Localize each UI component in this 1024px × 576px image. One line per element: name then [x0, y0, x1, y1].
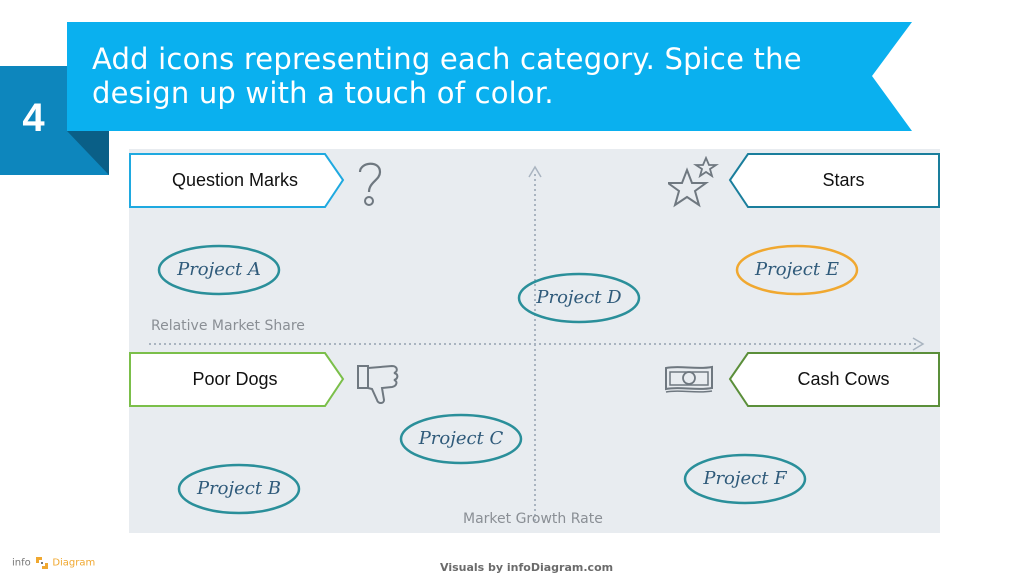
project-c: Project C — [399, 412, 523, 466]
thumbs-down-icon — [357, 364, 399, 404]
quadrant-label-text: Question Marks — [171, 170, 299, 190]
project-label: Project A — [177, 259, 261, 280]
y-axis-label: Market Growth Rate — [463, 511, 603, 527]
infodiagram-logo: info Diagram — [12, 557, 95, 569]
project-e: Project E — [735, 243, 859, 297]
quadrant-label-text: Cash Cows — [797, 369, 890, 389]
project-b: Project B — [177, 462, 301, 516]
quadrant-label-question-marks: Question Marks — [129, 153, 345, 208]
headline-line-1: Add icons representing each category. Sp… — [92, 42, 802, 76]
project-label: Project B — [196, 478, 282, 499]
project-f: Project F — [683, 452, 807, 506]
step-number-fold — [67, 131, 109, 175]
banknote-icon — [665, 365, 713, 393]
logo-mark-icon — [35, 557, 48, 569]
project-label: Project D — [536, 287, 622, 308]
quadrant-label-stars: Stars — [728, 153, 940, 208]
stars-icon — [668, 156, 719, 208]
step-number: 4 — [22, 96, 45, 140]
logo-info-text: info — [12, 557, 31, 569]
project-label: Project F — [703, 468, 787, 489]
project-a: Project A — [157, 243, 281, 297]
headline-line-2: design up with a touch of color. — [92, 76, 554, 110]
x-axis-label: Relative Market Share — [151, 318, 305, 334]
footer-credit: Visuals by infoDiagram.com — [440, 561, 614, 574]
quadrant-label-text: Stars — [822, 170, 865, 190]
quadrant-label-cash-cows: Cash Cows — [728, 352, 940, 407]
project-label: Project E — [755, 259, 839, 280]
headline: Add icons representing each category. Sp… — [92, 42, 852, 110]
project-label: Project C — [418, 428, 504, 449]
project-d: Project D — [517, 271, 641, 325]
quadrant-label-poor-dogs: Poor Dogs — [129, 352, 345, 407]
question-mark-icon — [358, 162, 382, 206]
logo-diagram-text: Diagram — [52, 557, 96, 569]
quadrant-label-text: Poor Dogs — [192, 369, 278, 389]
